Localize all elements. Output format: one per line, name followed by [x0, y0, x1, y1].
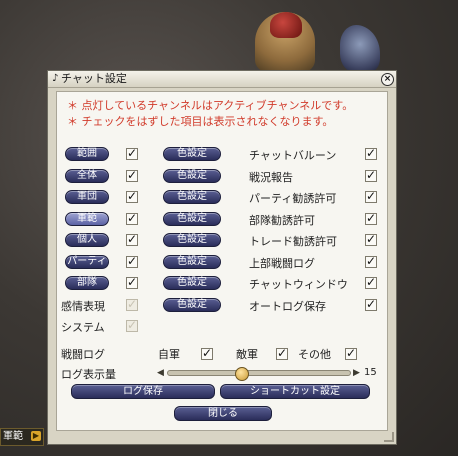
- channel-button[interactable]: 部隊: [65, 276, 109, 290]
- background-creature: [340, 25, 380, 73]
- background-character-hat: [270, 12, 302, 38]
- option-label: チャットバルーン: [249, 149, 337, 162]
- option-checkbox[interactable]: ✓: [365, 146, 377, 160]
- notice-active-channel: ＊ 点灯しているチャンネルはアクティブチャンネルです。: [67, 99, 354, 112]
- chat-channel-tab[interactable]: 軍範 ▶: [0, 428, 44, 446]
- log-display-label: ログ表示量: [61, 368, 116, 381]
- channel-button[interactable]: パーティ: [65, 255, 109, 269]
- channel-checkbox[interactable]: ✓: [126, 275, 138, 289]
- channel-button[interactable]: 軍団: [65, 190, 109, 204]
- check-icon: ✓: [366, 297, 377, 311]
- check-icon: ✓: [127, 189, 138, 203]
- check-icon: ✓: [127, 318, 138, 332]
- window-icon: ♪: [52, 73, 59, 84]
- channel-checkbox[interactable]: ✓: [126, 297, 138, 311]
- option-label: トレード勧誘許可: [249, 235, 337, 248]
- battle-log-own-checkbox[interactable]: ✓: [201, 346, 213, 360]
- option-checkbox[interactable]: ✓: [365, 275, 377, 289]
- notice-hidden-items: ＊ チェックをはずした項目は表示されなくなります。: [67, 115, 334, 128]
- settings-panel: ＊ 点灯しているチャンネルはアクティブチャンネルです。 ＊ チェックをはずした項…: [56, 91, 388, 431]
- battle-log-enemy-checkbox[interactable]: ✓: [276, 346, 288, 360]
- check-icon: ✓: [127, 168, 138, 182]
- option-label: オートログ保存: [249, 300, 326, 313]
- check-icon: ✓: [202, 346, 213, 360]
- check-icon: ✓: [346, 346, 357, 360]
- battle-log-other-label: その他: [298, 348, 331, 361]
- battle-log-other-checkbox[interactable]: ✓: [345, 346, 357, 360]
- check-icon: ✓: [366, 211, 377, 225]
- channel-label: 感情表現: [61, 300, 105, 313]
- option-checkbox[interactable]: ✓: [365, 168, 377, 182]
- color-settings-button[interactable]: 色設定: [163, 169, 221, 183]
- log-display-slider[interactable]: [167, 370, 351, 376]
- check-icon: ✓: [366, 232, 377, 246]
- channel-checkbox[interactable]: ✓: [126, 232, 138, 246]
- resize-grip-icon[interactable]: [384, 432, 394, 442]
- check-icon: ✓: [277, 346, 288, 360]
- check-icon: ✓: [366, 275, 377, 289]
- slider-thumb[interactable]: [235, 367, 249, 381]
- color-settings-button[interactable]: 色設定: [163, 255, 221, 269]
- channel-checkbox[interactable]: ✓: [126, 189, 138, 203]
- color-settings-button[interactable]: 色設定: [163, 190, 221, 204]
- option-checkbox[interactable]: ✓: [365, 211, 377, 225]
- close-button[interactable]: 閉じる: [174, 406, 272, 421]
- check-icon: ✓: [366, 189, 377, 203]
- check-icon: ✓: [127, 275, 138, 289]
- color-settings-button[interactable]: 色設定: [163, 298, 221, 312]
- check-icon: ✓: [127, 232, 138, 246]
- option-checkbox[interactable]: ✓: [365, 189, 377, 203]
- channel-checkbox[interactable]: ✓: [126, 211, 138, 225]
- log-save-button[interactable]: ログ保存: [71, 384, 215, 399]
- check-icon: ✓: [127, 211, 138, 225]
- channel-button[interactable]: 個人: [65, 233, 109, 247]
- log-display-value: 15: [364, 367, 377, 378]
- channel-label: システム: [61, 321, 105, 334]
- battle-log-enemy-label: 敵軍: [236, 348, 258, 361]
- color-settings-button[interactable]: 色設定: [163, 147, 221, 161]
- battle-log-label: 戦闘ログ: [61, 348, 105, 361]
- option-label: 上部戦闘ログ: [249, 257, 315, 270]
- option-checkbox[interactable]: ✓: [365, 297, 377, 311]
- option-label: パーティ勧誘許可: [249, 192, 337, 205]
- channel-checkbox[interactable]: ✓: [126, 254, 138, 268]
- check-icon: ✓: [127, 297, 138, 311]
- channel-button[interactable]: 全体: [65, 169, 109, 183]
- close-icon[interactable]: ×: [381, 73, 394, 86]
- chat-settings-window: ♪ チャット設定 × ＊ 点灯しているチャンネルはアクティブチャンネルです。 ＊…: [47, 70, 397, 445]
- expand-arrow-icon[interactable]: ▶: [31, 431, 41, 441]
- check-icon: ✓: [127, 146, 138, 160]
- channel-button[interactable]: 軍範: [65, 212, 109, 226]
- battle-log-own-label: 自軍: [158, 348, 180, 361]
- window-titlebar[interactable]: ♪ チャット設定 ×: [48, 71, 396, 88]
- option-label: 部隊勧誘許可: [249, 214, 315, 227]
- chat-channel-tab-label: 軍範: [3, 431, 23, 442]
- color-settings-button[interactable]: 色設定: [163, 212, 221, 226]
- check-icon: ✓: [127, 254, 138, 268]
- channel-checkbox[interactable]: ✓: [126, 146, 138, 160]
- option-checkbox[interactable]: ✓: [365, 254, 377, 268]
- channel-button[interactable]: 範囲: [65, 147, 109, 161]
- option-label: 戦況報告: [249, 171, 293, 184]
- color-settings-button[interactable]: 色設定: [163, 233, 221, 247]
- slider-right-arrow-icon[interactable]: ▶: [353, 368, 360, 378]
- color-settings-button[interactable]: 色設定: [163, 276, 221, 290]
- channel-checkbox[interactable]: ✓: [126, 318, 138, 332]
- shortcut-settings-button[interactable]: ショートカット設定: [220, 384, 370, 399]
- check-icon: ✓: [366, 254, 377, 268]
- check-icon: ✓: [366, 146, 377, 160]
- window-title: チャット設定: [61, 72, 127, 85]
- check-icon: ✓: [366, 168, 377, 182]
- option-checkbox[interactable]: ✓: [365, 232, 377, 246]
- slider-left-arrow-icon[interactable]: ◀: [157, 368, 164, 378]
- option-label: チャットウィンドウ: [249, 278, 348, 291]
- channel-checkbox[interactable]: ✓: [126, 168, 138, 182]
